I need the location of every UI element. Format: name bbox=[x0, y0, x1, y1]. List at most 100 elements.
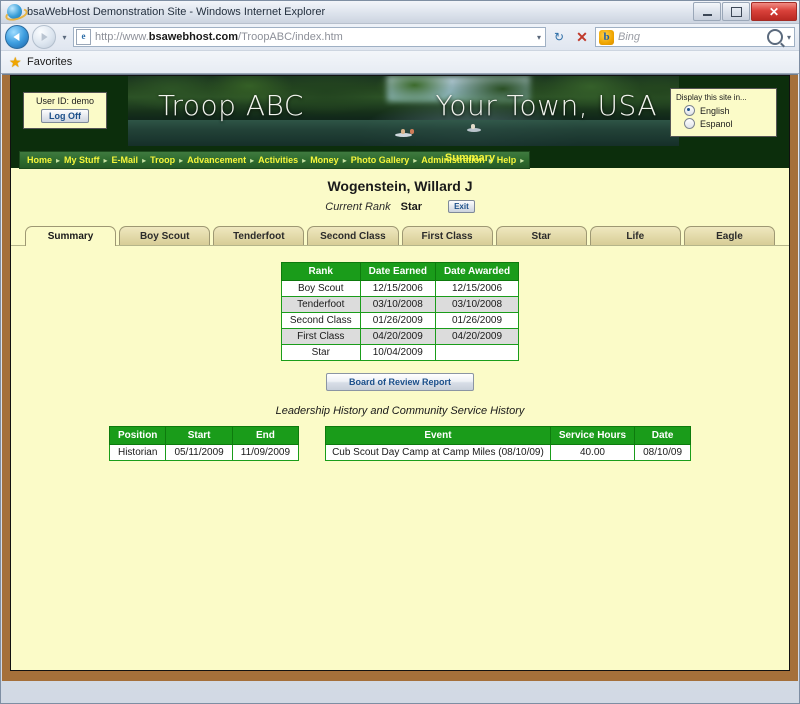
table-cell: Cub Scout Day Camp at Camp Miles (08/10/… bbox=[325, 444, 551, 461]
user-box: User ID: demo Log Off bbox=[23, 92, 107, 129]
table-row: Boy Scout 12/15/2006 12/15/2006 bbox=[280, 280, 520, 297]
radio-espanol-icon[interactable] bbox=[684, 118, 695, 129]
tab-star[interactable]: Star bbox=[495, 226, 587, 245]
table-cell: 01/26/2009 bbox=[359, 312, 436, 329]
banner-paddler bbox=[410, 129, 415, 134]
history-tables: Position Start End Historian 05/11/2009 11/09… bbox=[11, 426, 789, 461]
window-controls: ✕ bbox=[693, 2, 797, 21]
back-button[interactable] bbox=[5, 25, 29, 49]
page-viewport: Troop ABC Your Town, USA User ID: demo L… bbox=[2, 74, 798, 681]
table-cell: 12/15/2006 bbox=[359, 280, 436, 297]
report-button-container: Board of Review Report bbox=[11, 373, 789, 391]
section-title: Summary bbox=[444, 152, 496, 164]
close-button[interactable]: ✕ bbox=[751, 2, 797, 21]
tab-tenderfoot[interactable]: Tenderfoot bbox=[213, 226, 305, 245]
rank-tabs: Summary Boy Scout Tenderfoot Second Class Fi… bbox=[11, 225, 789, 246]
banner-paddler bbox=[470, 124, 475, 129]
page-content: Troop ABC Your Town, USA User ID: demo L… bbox=[10, 75, 790, 671]
favorites-star-icon[interactable]: ★ bbox=[9, 55, 22, 69]
favorites-bar: ★ Favorites bbox=[1, 50, 799, 74]
exit-button[interactable]: Exit bbox=[448, 200, 475, 213]
table-cell: 08/10/09 bbox=[634, 444, 692, 461]
table-cell: Historian bbox=[108, 444, 167, 461]
column-header: Position bbox=[108, 426, 167, 445]
table-row: Tenderfoot 03/10/2008 03/10/2008 bbox=[280, 296, 520, 313]
url-input[interactable]: e http://www.bsawebhost.com/TroopABC/ind… bbox=[73, 27, 546, 47]
table-row: Second Class 01/26/2009 01/26/2009 bbox=[280, 312, 520, 329]
address-bar: ▾ e http://www.bsawebhost.com/TroopABC/i… bbox=[1, 24, 799, 50]
nav-item-my-stuff[interactable]: My Stuff bbox=[61, 155, 103, 165]
table-cell: 11/09/2009 bbox=[231, 444, 300, 461]
column-header: Service Hours bbox=[549, 426, 636, 445]
table-header-row: Event Service Hours Date bbox=[325, 426, 692, 445]
table-cell: Tenderfoot bbox=[280, 296, 361, 313]
site-header: Troop ABC Your Town, USA User ID: demo L… bbox=[11, 76, 789, 150]
refresh-button[interactable]: ↻ bbox=[549, 27, 569, 47]
leadership-history-table: Position Start End Historian 05/11/2009 11/09… bbox=[108, 426, 300, 461]
language-selector: Display this site in... English Espanol bbox=[670, 88, 777, 137]
table-cell: 04/20/2009 bbox=[434, 328, 520, 345]
close-icon: ✕ bbox=[768, 4, 780, 19]
favorites-button[interactable]: Favorites bbox=[27, 56, 72, 68]
column-header: Date bbox=[634, 426, 692, 445]
tab-second-class[interactable]: Second Class bbox=[307, 226, 399, 245]
table-cell: 03/10/2008 bbox=[359, 296, 436, 313]
bing-icon: b bbox=[599, 29, 614, 45]
search-input[interactable]: Bing bbox=[618, 31, 763, 43]
url-scheme: http://www. bbox=[95, 31, 149, 43]
search-box[interactable]: b Bing ▾ bbox=[595, 27, 795, 47]
language-heading: Display this site in... bbox=[676, 93, 747, 102]
table-row: First Class 04/20/2009 04/20/2009 bbox=[280, 328, 520, 345]
tab-eagle[interactable]: Eagle bbox=[683, 226, 775, 245]
rank-table: Rank Date Earned Date Awarded Boy Scout 12/1… bbox=[280, 262, 520, 361]
table-cell: 04/20/2009 bbox=[359, 328, 436, 345]
log-off-button[interactable]: Log Off bbox=[41, 109, 89, 123]
nav-item-home[interactable]: Home bbox=[24, 155, 55, 165]
table-cell: 03/10/2008 bbox=[434, 296, 520, 313]
column-header: Event bbox=[325, 426, 551, 445]
tab-summary[interactable]: Summary bbox=[25, 226, 117, 246]
table-row: Cub Scout Day Camp at Camp Miles (08/10/… bbox=[325, 444, 692, 461]
url-path: /TroopABC/index.htm bbox=[238, 31, 343, 43]
rank-table-container: Rank Date Earned Date Awarded Boy Scout 12/1… bbox=[11, 262, 789, 361]
tab-life[interactable]: Life bbox=[589, 226, 681, 245]
column-header: End bbox=[231, 426, 300, 445]
url-domain: bsawebhost.com bbox=[148, 31, 239, 43]
member-header: Wogenstein, Willard J Current Rank Star … bbox=[11, 168, 789, 213]
table-header-row: Position Start End bbox=[108, 426, 300, 445]
language-label-english: English bbox=[700, 105, 730, 116]
page-icon: e bbox=[76, 29, 91, 45]
search-provider-dropdown-icon[interactable]: ▾ bbox=[787, 33, 791, 42]
board-of-review-report-button[interactable]: Board of Review Report bbox=[325, 373, 474, 391]
recent-pages-dropdown[interactable]: ▾ bbox=[59, 33, 70, 42]
table-cell: Second Class bbox=[280, 312, 361, 329]
tab-first-class[interactable]: First Class bbox=[401, 226, 493, 245]
language-option-espanol[interactable]: Espanol bbox=[684, 118, 771, 129]
minimize-button[interactable] bbox=[693, 2, 721, 21]
title-bar: bsaWebHost Demonstration Site - Windows … bbox=[1, 1, 799, 24]
nav-item-e-mail[interactable]: E-Mail bbox=[109, 155, 142, 165]
stop-button[interactable]: ✕ bbox=[572, 27, 592, 47]
tab-boy-scout[interactable]: Boy Scout bbox=[119, 226, 211, 245]
search-icon[interactable] bbox=[766, 29, 783, 45]
table-cell: 05/11/2009 bbox=[165, 444, 233, 461]
radio-english-icon[interactable] bbox=[684, 105, 695, 116]
url-dropdown-icon[interactable]: ▾ bbox=[537, 33, 543, 42]
maximize-button[interactable] bbox=[722, 2, 750, 21]
language-option-english[interactable]: English bbox=[684, 105, 771, 116]
town-name: Your Town, USA bbox=[435, 89, 657, 122]
internet-explorer-icon bbox=[7, 4, 22, 19]
main-navigation: Home ▸ My Stuff ▸ E-Mail ▸ Troop ▸ Advancement ▸ A… bbox=[11, 150, 789, 169]
window-title: bsaWebHost Demonstration Site - Windows … bbox=[27, 5, 326, 18]
table-cell: Star bbox=[280, 344, 361, 361]
user-id-label: User ID: demo bbox=[35, 96, 95, 106]
column-header: Date Earned bbox=[359, 262, 436, 281]
current-rank-label: Current Rank bbox=[325, 200, 391, 213]
table-cell: 40.00 bbox=[549, 444, 636, 461]
service-history-table: Event Service Hours Date Cub Scout Day Camp… bbox=[325, 426, 692, 461]
forward-button[interactable] bbox=[32, 25, 56, 49]
current-rank-value: Star bbox=[400, 200, 423, 213]
table-cell: First Class bbox=[280, 328, 361, 345]
banner-image: Troop ABC Your Town, USA bbox=[128, 76, 679, 146]
url-text: http://www.bsawebhost.com/TroopABC/index… bbox=[95, 31, 343, 43]
